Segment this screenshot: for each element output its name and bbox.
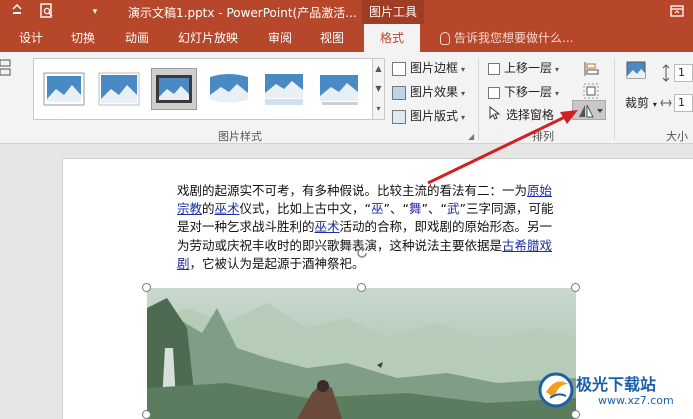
picture-effects-icon (392, 85, 406, 100)
group-icon[interactable] (582, 82, 600, 100)
picture-style-2[interactable] (97, 69, 141, 109)
search-doc-icon[interactable] (38, 3, 56, 21)
tab-transitions[interactable]: 切换 (60, 24, 106, 52)
tab-design[interactable]: 设计 (8, 24, 54, 52)
picture-styles-gallery (33, 58, 373, 120)
picture-style-5[interactable] (262, 69, 306, 109)
adjust-icon[interactable] (0, 58, 18, 76)
resize-handle-top-left[interactable] (142, 283, 151, 292)
rotate-icon (579, 104, 603, 118)
lightbulb-icon (440, 32, 450, 45)
rotation-handle-icon[interactable] (355, 246, 369, 260)
picture-border-icon (392, 61, 406, 76)
link-witchcraft[interactable]: 巫术 (215, 201, 240, 216)
dialog-launcher-icon[interactable]: ◢ (468, 132, 474, 141)
crop-icon[interactable] (625, 60, 647, 82)
gallery-more-icon[interactable]: ▾ (373, 99, 384, 119)
ribbon-tabs: 设计 切换 动画 幻灯片放映 审阅 视图 格式 告诉我您想要做什么... (0, 24, 693, 52)
picture-tools-context: 图片工具 (362, 0, 424, 24)
tab-view[interactable]: 视图 (309, 24, 355, 52)
picture-border-button[interactable]: 图片边框 ▾ (392, 58, 465, 78)
tab-animations[interactable]: 动画 (114, 24, 160, 52)
gallery-scroll: ▲ ▼ ▾ (373, 58, 385, 120)
selection-pane-icon (488, 105, 502, 126)
picture-style-3-selected[interactable] (151, 68, 197, 110)
ribbon-display-options-icon[interactable] (669, 3, 687, 21)
bring-forward-button[interactable]: 上移一层 ▾ (488, 58, 559, 78)
picture-layout-icon (392, 109, 406, 124)
width-icon (660, 94, 672, 112)
height-input[interactable]: 1 (674, 64, 693, 82)
link-witchcraft-2[interactable]: 巫术 (315, 219, 340, 234)
picture-effects-button[interactable]: 图片效果 ▾ (392, 82, 465, 102)
resize-handle-bottom-left[interactable] (142, 410, 151, 419)
picture-style-6[interactable] (317, 69, 361, 109)
size-label: 大小 (666, 130, 688, 143)
watermark-icon (538, 372, 574, 408)
window-title: 演示文稿1.pptx - PowerPoint(产品激活... (128, 6, 357, 20)
undo-icon[interactable] (8, 3, 26, 21)
customize-toolbar-icon[interactable]: ▾ (86, 3, 104, 21)
title-bar: ▾ 演示文稿1.pptx - PowerPoint(产品激活... 图片工具 (0, 0, 693, 24)
send-backward-button[interactable]: 下移一层 ▾ (488, 82, 559, 102)
picture-style-4[interactable] (207, 69, 251, 109)
tab-format[interactable]: 格式 (364, 24, 420, 52)
height-icon (660, 64, 672, 82)
rotate-button[interactable] (572, 100, 606, 120)
align-icon[interactable] (582, 60, 600, 78)
send-backward-icon (488, 86, 500, 99)
selection-pane-button[interactable]: 选择窗格 (488, 105, 554, 125)
watermark-logo: 极光下载站 www.xz7.com (536, 368, 686, 412)
tab-slideshow[interactable]: 幻灯片放映 (172, 24, 244, 52)
watermark-text: 极光下载站 (576, 375, 657, 394)
arrange-label: 排列 (532, 130, 554, 143)
tab-review[interactable]: 审阅 (257, 24, 303, 52)
gallery-up-icon[interactable]: ▲ (373, 59, 384, 79)
resize-handle-top-right[interactable] (571, 283, 580, 292)
tell-me-search[interactable]: 告诉我您想要做什么... (440, 24, 573, 52)
tell-me-placeholder: 告诉我您想要做什么... (454, 31, 574, 45)
selected-picture[interactable] (147, 288, 576, 419)
bring-forward-icon (488, 62, 500, 75)
picture-styles-label: 图片样式 (218, 130, 262, 143)
picture-layout-button[interactable]: 图片版式 ▾ (392, 106, 465, 126)
crop-button[interactable]: 裁剪 ▾ (625, 94, 657, 111)
picture-style-1[interactable] (42, 69, 86, 109)
watermark-url: www.xz7.com (598, 394, 674, 407)
width-input[interactable]: 1 (674, 94, 693, 112)
resize-handle-top-center[interactable] (357, 283, 366, 292)
gallery-down-icon[interactable]: ▼ (373, 79, 384, 99)
ribbon-format: ▲ ▼ ▾ 图片边框 ▾ 图片效果 ▾ 图片版式 ▾ 图片样式 ◢ 上移一层 ▾ 下移一… (0, 52, 693, 144)
